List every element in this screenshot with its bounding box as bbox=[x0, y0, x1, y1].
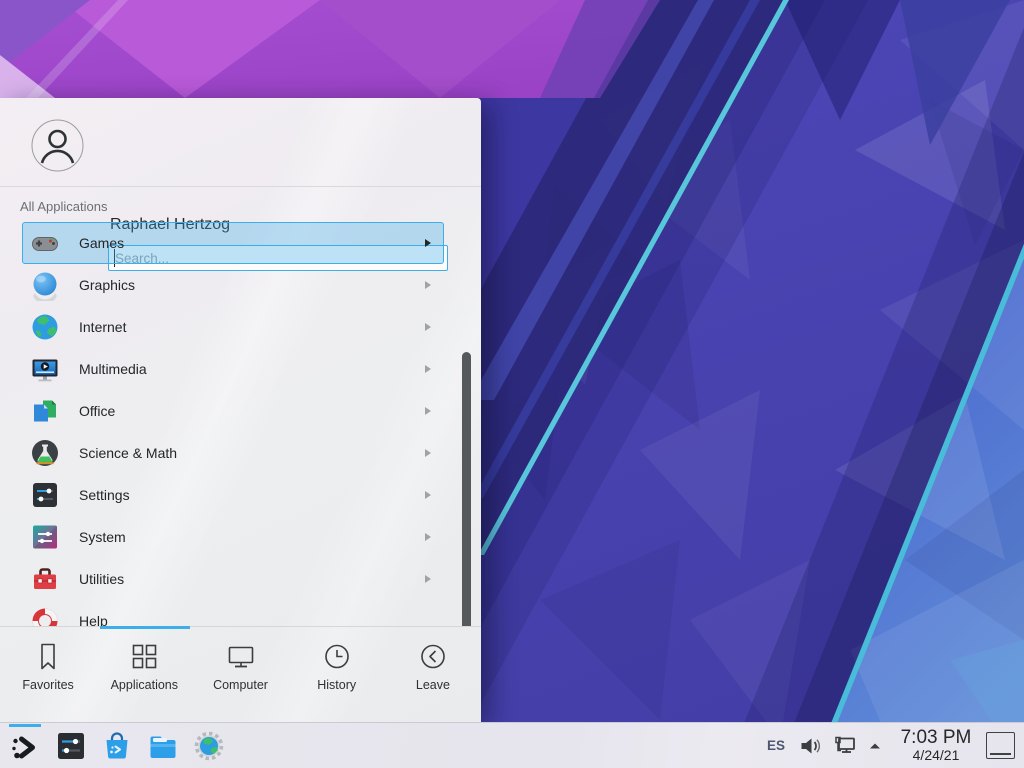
menu-header: Raphael Hertzog bbox=[0, 98, 481, 186]
computer-icon bbox=[225, 641, 257, 673]
submenu-arrow-icon bbox=[425, 281, 431, 289]
show-desktop-button[interactable] bbox=[986, 732, 1015, 759]
menu-item-label: Graphics bbox=[79, 277, 425, 293]
application-launcher-menu: Raphael Hertzog All Applications Games bbox=[0, 98, 481, 722]
menu-item-label: Science & Math bbox=[79, 445, 425, 461]
menu-item-label: Internet bbox=[79, 319, 425, 335]
system-settings-icon bbox=[55, 730, 87, 762]
file-manager-button[interactable] bbox=[147, 730, 179, 762]
desktop: Raphael Hertzog All Applications Games bbox=[0, 0, 1024, 768]
tab-label: Leave bbox=[416, 678, 450, 692]
tab-computer[interactable]: Computer bbox=[192, 627, 288, 722]
menu-item-label: System bbox=[79, 529, 425, 545]
tab-label: Computer bbox=[213, 678, 268, 692]
internet-icon bbox=[29, 311, 61, 343]
menu-item-utilities[interactable]: Utilities bbox=[22, 558, 444, 600]
bookmark-icon bbox=[32, 641, 64, 673]
games-icon bbox=[29, 227, 61, 259]
web-browser-icon bbox=[193, 730, 225, 762]
menu-item-system[interactable]: System bbox=[22, 516, 444, 558]
file-manager-icon bbox=[147, 730, 179, 762]
active-tab-indicator bbox=[100, 626, 190, 629]
tab-favorites[interactable]: Favorites bbox=[0, 627, 96, 722]
submenu-arrow-icon bbox=[425, 323, 431, 331]
taskbar-panel: ES 7:03 PM 4/24/21 bbox=[0, 722, 1024, 768]
submenu-arrow-icon bbox=[425, 407, 431, 415]
clock-date: 4/24/21 bbox=[894, 748, 978, 763]
system-tray: ES 7:03 PM 4/24/21 bbox=[767, 728, 1024, 763]
graphics-icon bbox=[29, 269, 61, 301]
leave-icon bbox=[417, 641, 449, 673]
menu-tab-bar: Favorites Applications Computer bbox=[0, 626, 481, 722]
volume-icon[interactable] bbox=[798, 734, 822, 758]
submenu-arrow-icon bbox=[425, 491, 431, 499]
office-icon bbox=[29, 395, 61, 427]
submenu-arrow-icon bbox=[425, 575, 431, 583]
history-clock-icon bbox=[321, 641, 353, 673]
help-icon bbox=[29, 605, 61, 626]
network-icon[interactable] bbox=[833, 734, 857, 758]
expand-tray-icon[interactable] bbox=[868, 739, 882, 753]
category-list: Games Graphics Internet bbox=[0, 222, 481, 626]
tab-label: History bbox=[317, 678, 356, 692]
menu-item-graphics[interactable]: Graphics bbox=[22, 264, 444, 306]
menu-item-label: Multimedia bbox=[79, 361, 425, 377]
keyboard-layout-indicator[interactable]: ES bbox=[767, 738, 785, 753]
settings-icon bbox=[29, 479, 61, 511]
active-task-indicator bbox=[9, 724, 41, 727]
tab-label: Favorites bbox=[22, 678, 73, 692]
scrollbar-thumb[interactable] bbox=[462, 352, 471, 626]
app-grid-icon bbox=[128, 641, 160, 673]
menu-item-settings[interactable]: Settings bbox=[22, 474, 444, 516]
menu-item-office[interactable]: Office bbox=[22, 390, 444, 432]
tab-applications[interactable]: Applications bbox=[96, 627, 192, 722]
menu-item-games[interactable]: Games bbox=[22, 222, 444, 264]
section-label: All Applications bbox=[20, 199, 107, 214]
digital-clock[interactable]: 7:03 PM 4/24/21 bbox=[894, 728, 978, 763]
menu-item-label: Utilities bbox=[79, 571, 425, 587]
system-icon bbox=[29, 521, 61, 553]
submenu-arrow-icon bbox=[425, 239, 431, 247]
menu-item-help[interactable]: Help bbox=[22, 600, 444, 626]
user-avatar-icon bbox=[31, 119, 84, 172]
submenu-arrow-icon bbox=[425, 533, 431, 541]
kde-launcher-button[interactable] bbox=[9, 730, 41, 762]
menu-item-internet[interactable]: Internet bbox=[22, 306, 444, 348]
discover-button[interactable] bbox=[101, 730, 133, 762]
discover-icon bbox=[101, 730, 133, 762]
menu-item-label: Office bbox=[79, 403, 425, 419]
menu-item-label: Games bbox=[79, 235, 425, 251]
utilities-icon bbox=[29, 563, 61, 595]
science-icon bbox=[29, 437, 61, 469]
menu-item-science-math[interactable]: Science & Math bbox=[22, 432, 444, 474]
menu-item-label: Settings bbox=[79, 487, 425, 503]
web-browser-button[interactable] bbox=[193, 730, 225, 762]
tab-leave[interactable]: Leave bbox=[385, 627, 481, 722]
menu-item-label: Help bbox=[79, 613, 443, 626]
multimedia-icon bbox=[29, 353, 61, 385]
menu-item-multimedia[interactable]: Multimedia bbox=[22, 348, 444, 390]
kde-launcher-icon bbox=[9, 730, 41, 762]
submenu-arrow-icon bbox=[425, 365, 431, 373]
header-separator bbox=[0, 186, 481, 187]
submenu-arrow-icon bbox=[425, 449, 431, 457]
tab-label: Applications bbox=[111, 678, 178, 692]
tab-history[interactable]: History bbox=[289, 627, 385, 722]
clock-time: 7:03 PM bbox=[894, 728, 978, 748]
system-settings-button[interactable] bbox=[55, 730, 87, 762]
